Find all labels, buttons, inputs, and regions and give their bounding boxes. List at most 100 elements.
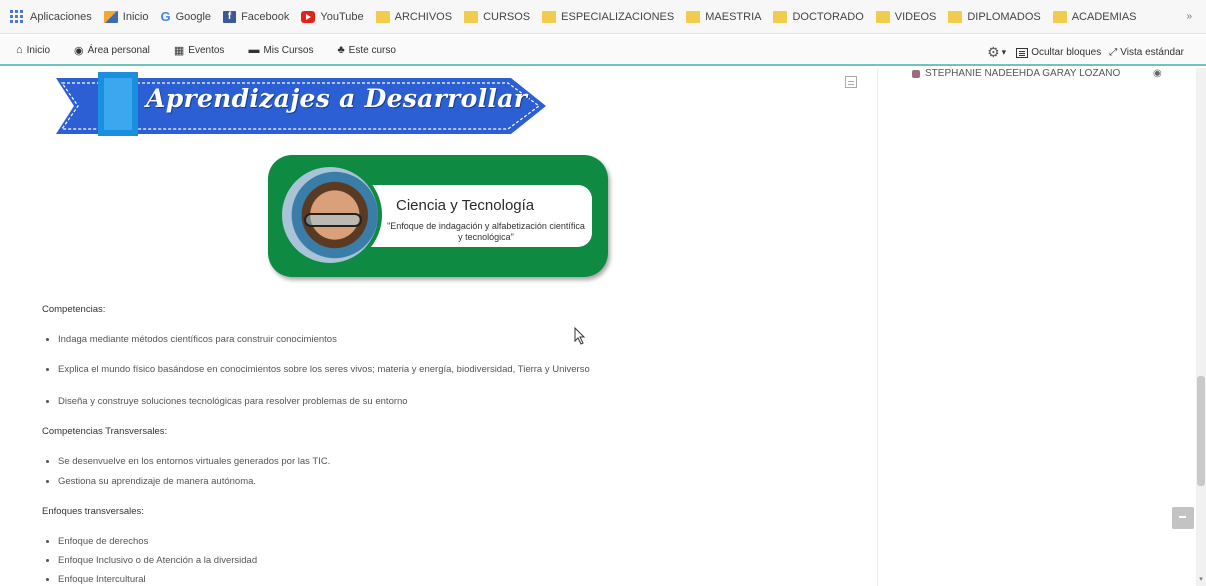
- bookmark-archivos[interactable]: ARCHIVOS: [375, 10, 453, 23]
- bookmark-youtube[interactable]: YouTube: [301, 10, 364, 23]
- list-item: Enfoque de derechos: [46, 536, 148, 547]
- bookmarks-bar: Aplicaciones Inicio G Google f Facebook …: [0, 0, 1206, 34]
- nav-este-curso-label: Este curso: [348, 44, 396, 56]
- back-to-top-button[interactable]: [1172, 507, 1194, 529]
- bullet-icon: [46, 540, 49, 543]
- course-navbar: ⌂ Inicio ◉ Área personal ▦ Eventos ▬ Mis…: [0, 36, 1206, 66]
- bookmark-apps[interactable]: Aplicaciones: [10, 9, 92, 24]
- online-user[interactable]: STEPHANIE NADEEHDA GARAY LOZANO: [912, 68, 1120, 79]
- online-user-name: STEPHANIE NADEEHDA GARAY LOZANO: [925, 68, 1121, 79]
- bookmark-label: ACADEMIAS: [1071, 10, 1137, 23]
- hide-blocks-button[interactable]: Ocultar bloques: [1031, 47, 1101, 58]
- standard-view-button[interactable]: Vista estándar: [1120, 47, 1184, 58]
- list-item: Gestiona su aprendizaje de manera autóno…: [46, 476, 256, 487]
- course-card-subtitle: "Enfoque de indagación y alfabetización …: [387, 221, 585, 242]
- nav-mis-cursos-label: Mis Cursos: [263, 44, 314, 56]
- list-item: Enfoque Inclusivo o de Atención a la div…: [46, 555, 257, 566]
- folder-icon: [773, 10, 788, 23]
- nav-inicio[interactable]: ⌂ Inicio: [16, 44, 50, 56]
- bullet-icon: [46, 460, 49, 463]
- list-item-text: Diseña y construye soluciones tecnológic…: [58, 396, 408, 407]
- eye-icon[interactable]: ◉: [1153, 68, 1162, 79]
- sitemap-icon: ♣: [337, 44, 345, 56]
- bookmark-label: DIPLOMADOS: [967, 10, 1041, 23]
- google-icon: G: [160, 9, 171, 24]
- bullet-icon: [46, 338, 49, 341]
- mouse-cursor-icon: [574, 327, 586, 345]
- list-item-text: Enfoque Inclusivo o de Atención a la div…: [58, 555, 258, 566]
- folder-icon: [948, 10, 963, 23]
- course-card: Ciencia y Tecnología "Enfoque de indagac…: [268, 155, 608, 277]
- bookmark-diplomados[interactable]: DIPLOMADOS: [948, 10, 1041, 23]
- nav-area-personal-label: Área personal: [87, 44, 150, 56]
- bookmark-videos[interactable]: VIDEOS: [875, 10, 937, 23]
- nav-eventos-label: Eventos: [188, 44, 225, 56]
- briefcase-icon: ▬: [248, 44, 260, 56]
- blocks-icon: [1016, 47, 1029, 58]
- bookmark-inicio[interactable]: Inicio: [103, 10, 149, 23]
- bookmark-label: Inicio: [122, 10, 149, 23]
- list-item-text: Explica el mundo físico basándose en con…: [58, 364, 590, 375]
- list-item: Diseña y construye soluciones tecnológic…: [46, 396, 408, 407]
- bullet-icon: [46, 368, 49, 371]
- page-scrollbar[interactable]: ▾: [1196, 68, 1206, 586]
- goggles-icon: [304, 213, 362, 227]
- nav-eventos[interactable]: ▦ Eventos: [174, 44, 225, 57]
- folder-icon: [375, 10, 390, 23]
- nav-area-personal[interactable]: ◉ Área personal: [74, 44, 150, 57]
- folder-icon: [464, 10, 479, 23]
- list-item: Indaga mediante métodos científicos para…: [46, 334, 337, 345]
- calendar-icon: ▦: [173, 44, 185, 57]
- bookmark-label: YouTube: [320, 10, 364, 23]
- bookmark-label: VIDEOS: [894, 10, 937, 23]
- user-avatar-icon: [912, 69, 920, 78]
- competencias-heading: Competencias:: [42, 304, 106, 315]
- bullet-icon: [46, 400, 49, 403]
- home-icon: ⌂: [16, 44, 23, 56]
- bookmark-academias[interactable]: ACADEMIAS: [1052, 10, 1137, 23]
- bookmark-label: ARCHIVOS: [394, 10, 453, 23]
- section-banner: Aprendizajes a Desarrollar: [56, 72, 548, 136]
- bookmark-label: MAESTRIA: [705, 10, 762, 23]
- bookmark-especializaciones[interactable]: ESPECIALIZACIONES: [542, 10, 674, 23]
- bookmark-maestria[interactable]: MAESTRIA: [686, 10, 762, 23]
- folder-icon: [542, 10, 557, 23]
- nav-mis-cursos[interactable]: ▬ Mis Cursos: [248, 44, 313, 56]
- nav-right-controls: ⚙ ▾ Ocultar bloques ⤢ Vista estándar: [987, 44, 1184, 61]
- list-item-text: Enfoque Intercultural: [58, 574, 146, 585]
- bookmark-label: CURSOS: [483, 10, 531, 23]
- banner-title: Aprendizajes a Desarrollar: [146, 84, 528, 113]
- list-item: Enfoque Intercultural: [46, 574, 146, 585]
- section-summary-icon[interactable]: [845, 76, 857, 88]
- folder-icon: [686, 10, 701, 23]
- bookmark-label: Facebook: [241, 10, 290, 23]
- right-sidebar: [877, 68, 1195, 586]
- bookmark-google[interactable]: G Google: [160, 9, 211, 24]
- apps-grid-icon: [10, 9, 24, 24]
- bullet-icon: [46, 559, 49, 562]
- folder-icon: [875, 10, 890, 23]
- inicio-icon: [103, 10, 118, 23]
- list-item-text: Indaga mediante métodos científicos para…: [58, 334, 337, 345]
- facebook-icon: f: [223, 10, 237, 23]
- bookmark-doctorado[interactable]: DOCTORADO: [773, 10, 864, 23]
- nav-inicio-label: Inicio: [26, 44, 51, 56]
- dashboard-icon: ◉: [74, 44, 84, 57]
- gear-icon[interactable]: ⚙: [987, 44, 1000, 61]
- scroll-down-icon[interactable]: ▾: [1197, 576, 1205, 584]
- list-item-text: Enfoque de derechos: [58, 536, 149, 547]
- scrollbar-thumb[interactable]: [1197, 376, 1205, 486]
- course-card-title: Ciencia y Tecnología: [396, 197, 535, 214]
- list-item-text: Gestiona su aprendizaje de manera autóno…: [58, 476, 257, 487]
- bookmark-facebook[interactable]: f Facebook: [223, 10, 290, 23]
- expand-icon: ⤢: [1109, 47, 1118, 58]
- more-bookmarks-button[interactable]: »: [1186, 11, 1192, 22]
- list-item: Se desenvuelve en los entornos virtuales…: [46, 456, 330, 467]
- bookmark-cursos[interactable]: CURSOS: [464, 10, 531, 23]
- folder-icon: [1052, 10, 1067, 23]
- student-photo: [278, 163, 382, 267]
- nav-este-curso[interactable]: ♣ Este curso: [337, 44, 395, 56]
- chevron-down-icon[interactable]: ▾: [1002, 47, 1007, 58]
- competencias-transversales-heading: Competencias Transversales:: [42, 426, 168, 437]
- bullet-icon: [46, 578, 49, 581]
